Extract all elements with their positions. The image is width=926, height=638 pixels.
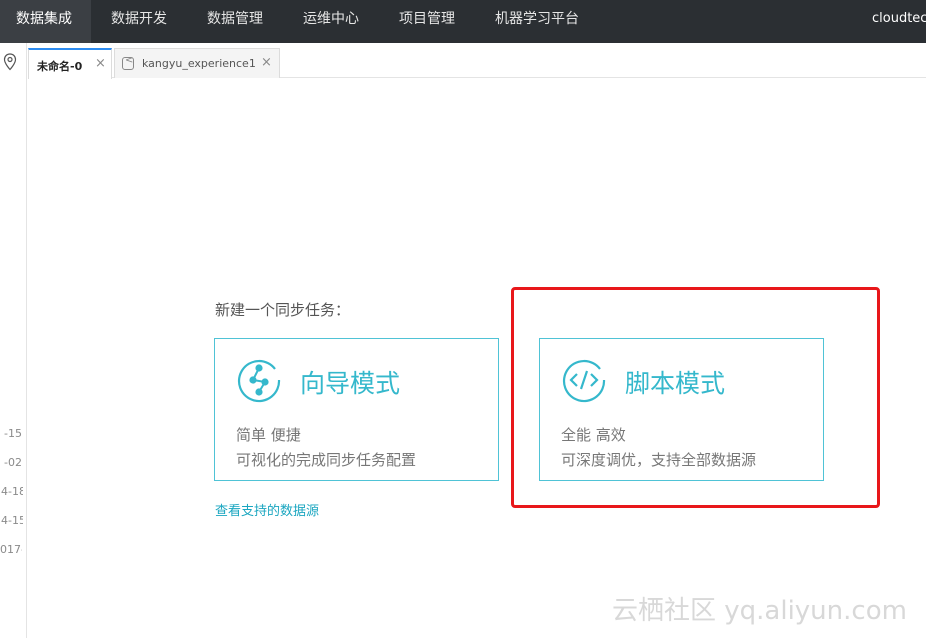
nav-item-ops-center[interactable]: 运维中心 [303,0,359,43]
date-fragment: -15 [4,427,22,440]
tab-label: 未命名-0 [37,60,83,73]
watermark: 云栖社区 yq.aliyun.com [612,596,907,626]
card-description: 可视化的完成同步任务配置 [236,451,417,469]
wizard-mode-card[interactable]: 向导模式 简单 便捷 可视化的完成同步任务配置 [214,338,499,481]
script-mode-card[interactable]: 脚本模式 全能 高效 可深度调优，支持全部数据源 [539,338,824,481]
nav-item-project-management[interactable]: 项目管理 [399,0,455,43]
code-brackets-icon [562,359,606,403]
card-title: 脚本模式 [625,369,726,398]
wizard-flow-icon [237,359,281,403]
close-icon[interactable]: × [261,55,272,70]
top-navigation-bar: 数据集成 数据开发 数据管理 运维中心 项目管理 机器学习平台 cloudtec [0,0,926,43]
card-tagline: 全能 高效 [561,426,626,444]
editor-tab-bar: 未命名-0 × < kangyu_experience1 × [28,43,926,79]
tab-label: kangyu_experience1 [142,57,256,70]
date-fragment: -02 [4,456,22,469]
card-tagline: 简单 便捷 [236,426,301,444]
date-fragment: 4-15 [1,514,23,527]
date-fragment: 017- [0,543,22,556]
nav-item-data-integration[interactable]: 数据集成 [0,0,91,43]
view-supported-datasources-link[interactable]: 查看支持的数据源 [215,500,319,519]
nav-item-data-management[interactable]: 数据管理 [207,0,263,43]
tab-untitled-0[interactable]: 未命名-0 × [28,48,112,79]
nav-item-machine-learning[interactable]: 机器学习平台 [495,0,579,43]
left-rail: -15 -02 4-18 4-15 017- [0,43,27,638]
card-title: 向导模式 [300,369,401,398]
location-pin-icon[interactable] [3,53,17,71]
tab-kangyu-experience1[interactable]: < kangyu_experience1 × [114,48,280,78]
close-icon[interactable]: × [95,56,106,71]
date-fragment: 4-18 [1,485,23,498]
code-file-icon: < [122,55,134,70]
new-sync-task-prompt: 新建一个同步任务： [215,301,351,319]
nav-item-data-development[interactable]: 数据开发 [111,0,167,43]
user-account-name[interactable]: cloudtec [872,0,926,43]
card-description: 可深度调优，支持全部数据源 [561,451,757,469]
